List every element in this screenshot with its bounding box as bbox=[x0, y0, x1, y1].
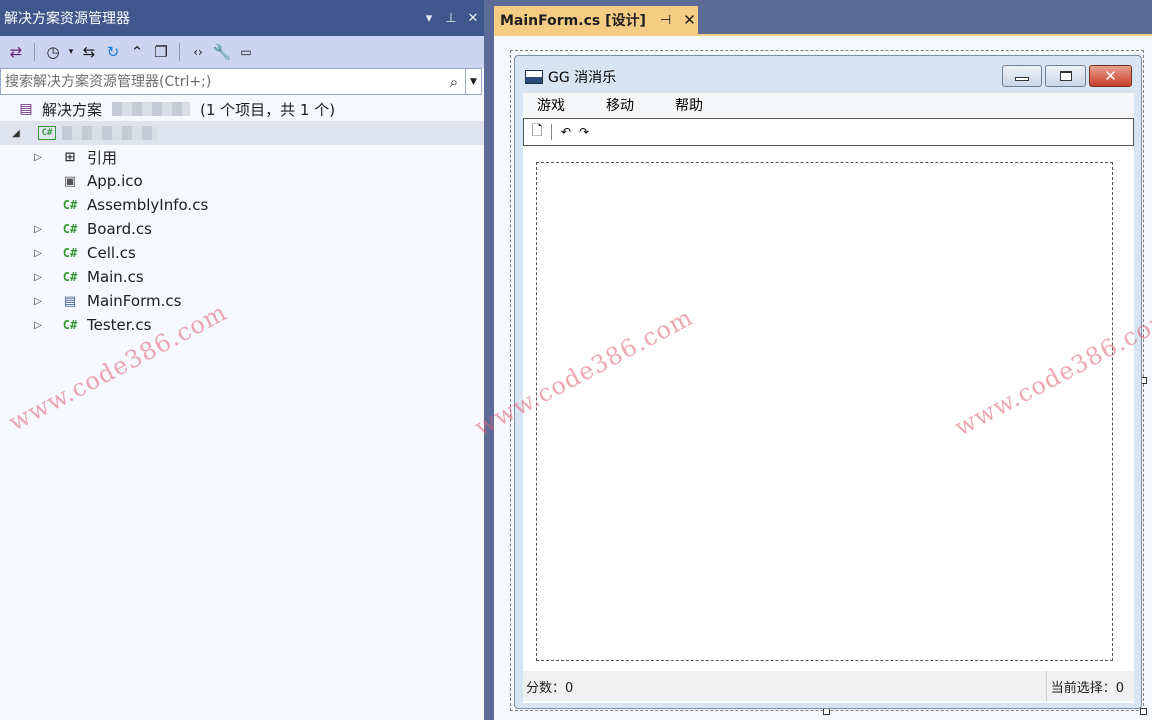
status-score: 分数：0 bbox=[526, 680, 574, 696]
toolbar-divider bbox=[179, 43, 180, 61]
properties-wrench-icon[interactable]: 🔧 bbox=[210, 40, 234, 64]
tree-item-label: 引用 bbox=[87, 148, 118, 167]
collapse-arrow-icon[interactable]: ◢ bbox=[10, 128, 22, 139]
solution-explorer-panel: 解决方案资源管理器 ▾ ⊥ ✕ ⇄ ◷ ▾ ⇆ ↻ ⌃ ❐ ‹› 🔧 ▭ ⌕ ▼… bbox=[0, 0, 484, 720]
ico-file-icon: ▣ bbox=[63, 173, 77, 189]
solution-explorer-search: ⌕ ▼ bbox=[0, 68, 482, 95]
tab-mainform-design[interactable]: MainForm.cs [设计] ⊣ ✕ bbox=[494, 6, 698, 34]
tool-strip: 🗋 ↶ ↷ bbox=[523, 118, 1134, 146]
minimize-button[interactable] bbox=[1002, 65, 1042, 87]
tree-item-assemblyinfo[interactable]: C# AssemblyInfo.cs bbox=[0, 193, 484, 217]
toolbar-divider bbox=[34, 43, 35, 61]
refresh-icon[interactable]: ↻ bbox=[101, 40, 125, 64]
expand-arrow-icon[interactable]: ▷ bbox=[32, 272, 44, 283]
tree-item-label: AssemblyInfo.cs bbox=[87, 196, 209, 214]
expand-arrow-icon[interactable]: ▷ bbox=[32, 248, 44, 259]
csharp-project-icon: C# bbox=[38, 126, 56, 140]
status-strip: 分数：0 当前选择：0 bbox=[523, 671, 1134, 701]
tree-item-cell[interactable]: ▷ C# Cell.cs bbox=[0, 241, 484, 265]
menu-help[interactable]: 帮助 bbox=[661, 95, 730, 115]
panel-title: 解决方案资源管理器 bbox=[4, 11, 130, 27]
game-board-panel[interactable] bbox=[536, 162, 1113, 661]
csharp-file-icon: C# bbox=[62, 246, 78, 260]
project-node[interactable]: ◢ C# bbox=[0, 121, 484, 145]
tree-item-label: Board.cs bbox=[87, 220, 152, 238]
tree-item-references[interactable]: ▷ ⊞ 引用 bbox=[0, 145, 484, 169]
form-app-icon bbox=[525, 70, 543, 84]
csharp-file-icon: C# bbox=[62, 198, 78, 212]
show-all-files-icon[interactable]: ❐ bbox=[149, 40, 173, 64]
menu-strip: 游戏 移动 帮助 bbox=[523, 93, 1134, 117]
blurred-solution-name bbox=[112, 102, 190, 116]
close-icon[interactable]: ✕ bbox=[462, 11, 484, 26]
switch-views-icon[interactable]: ⇄ bbox=[4, 40, 28, 64]
references-icon: ⊞ bbox=[64, 149, 76, 165]
form-titlebar: GG 消消乐 bbox=[525, 67, 616, 87]
form-client-area: 游戏 移动 帮助 🗋 ↶ ↷ 分数：0 当前选择：0 bbox=[523, 93, 1134, 703]
form-file-icon: ▤ bbox=[63, 293, 77, 309]
solution-explorer-toolbar: ⇄ ◷ ▾ ⇆ ↻ ⌃ ❐ ‹› 🔧 ▭ bbox=[0, 36, 484, 68]
expand-arrow-icon[interactable]: ▷ bbox=[32, 296, 44, 307]
minimize-icon bbox=[1015, 76, 1029, 81]
status-selection: 当前选择：0 bbox=[1045, 671, 1134, 701]
tab-title: MainForm.cs [设计] bbox=[500, 13, 646, 29]
close-button[interactable]: ✕ bbox=[1089, 65, 1132, 87]
solution-explorer-titlebar: 解决方案资源管理器 ▾ ⊥ ✕ bbox=[0, 0, 484, 36]
expand-arrow-icon[interactable]: ▷ bbox=[32, 320, 44, 331]
solution-label: 解决方案 bbox=[42, 100, 103, 119]
solution-node[interactable]: ▤ 解决方案 (1 个项目，共 1 个) bbox=[0, 97, 484, 121]
expand-arrow-icon[interactable]: ▷ bbox=[32, 152, 44, 163]
tree-item-label: Main.cs bbox=[87, 268, 144, 286]
tree-item-label: Cell.cs bbox=[87, 244, 136, 262]
new-file-icon[interactable]: 🗋 bbox=[528, 120, 546, 144]
document-tab-strip: MainForm.cs [设计] ⊣ ✕ bbox=[494, 0, 1152, 36]
search-icon[interactable]: ⌕ bbox=[443, 73, 465, 91]
csharp-file-icon: C# bbox=[62, 270, 78, 284]
window-position-dropdown-icon[interactable]: ▾ bbox=[418, 11, 440, 26]
pin-icon[interactable]: ⊥ bbox=[440, 11, 462, 26]
sync-with-document-icon[interactable]: ⇆ bbox=[77, 40, 101, 64]
close-icon: ✕ bbox=[1104, 67, 1117, 85]
tree-item-label: MainForm.cs bbox=[87, 292, 182, 310]
dropdown-arrow-icon[interactable]: ▾ bbox=[65, 40, 77, 64]
preview-selected-items-icon[interactable]: ▭ bbox=[234, 40, 258, 64]
maximize-icon bbox=[1059, 71, 1072, 81]
resize-handle-bottom[interactable] bbox=[823, 708, 830, 715]
pin-tab-icon[interactable]: ⊣ bbox=[660, 13, 671, 28]
solution-info: (1 个项目，共 1 个) bbox=[200, 100, 336, 119]
csharp-file-icon: C# bbox=[62, 222, 78, 236]
close-tab-icon[interactable]: ✕ bbox=[683, 11, 696, 29]
menu-move[interactable]: 移动 bbox=[592, 95, 661, 115]
collapse-all-icon[interactable]: ⌃ bbox=[125, 40, 149, 64]
maximize-button[interactable] bbox=[1045, 65, 1086, 87]
undo-icon[interactable]: ↶ bbox=[557, 125, 575, 139]
csharp-file-icon: C# bbox=[62, 318, 78, 332]
toolstrip-divider bbox=[551, 124, 552, 140]
panel-splitter[interactable] bbox=[484, 0, 494, 720]
mainform-window[interactable]: GG 消消乐 ✕ 游戏 移动 帮助 🗋 ↶ ↷ 分数：0 当前选择：0 bbox=[514, 55, 1142, 709]
menu-game[interactable]: 游戏 bbox=[523, 95, 592, 115]
form-title: GG 消消乐 bbox=[548, 70, 617, 86]
search-input[interactable] bbox=[1, 69, 443, 94]
view-code-icon[interactable]: ‹› bbox=[186, 40, 210, 64]
tree-item-app-ico[interactable]: ▣ App.ico bbox=[0, 169, 484, 193]
search-options-dropdown-icon[interactable]: ▼ bbox=[465, 69, 481, 94]
tree-item-tester[interactable]: ▷ C# Tester.cs bbox=[0, 313, 484, 337]
blurred-project-name bbox=[62, 126, 158, 140]
tree-item-board[interactable]: ▷ C# Board.cs bbox=[0, 217, 484, 241]
redo-icon[interactable]: ↷ bbox=[575, 125, 593, 139]
solution-icon: ▤ bbox=[19, 101, 33, 117]
pending-changes-filter-icon[interactable]: ◷ bbox=[41, 40, 65, 64]
resize-handle-corner[interactable] bbox=[1140, 708, 1147, 715]
expand-arrow-icon[interactable]: ▷ bbox=[32, 224, 44, 235]
tree-item-label: Tester.cs bbox=[87, 316, 152, 334]
tree-item-label: App.ico bbox=[87, 172, 143, 190]
tree-item-main[interactable]: ▷ C# Main.cs bbox=[0, 265, 484, 289]
tree-item-mainform[interactable]: ▷ ▤ MainForm.cs bbox=[0, 289, 484, 313]
